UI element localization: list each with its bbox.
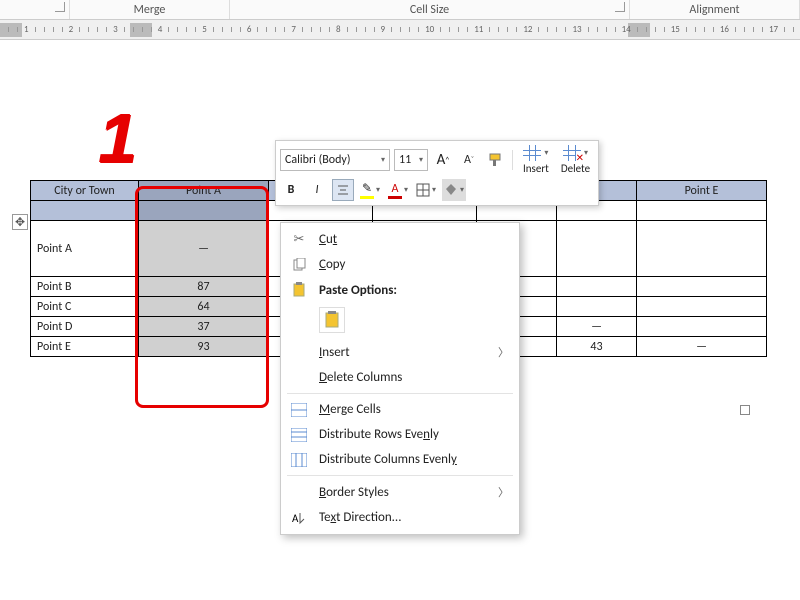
text-direction-icon: A	[289, 511, 309, 525]
menu-item-border-styles[interactable]: Border Styles 〉	[281, 479, 519, 505]
merge-cells-icon	[289, 403, 309, 417]
table-cell[interactable]: —	[637, 337, 767, 357]
table-cell[interactable]	[557, 221, 637, 277]
font-color-button[interactable]: A▾	[386, 179, 410, 201]
table-cell[interactable]: 87	[139, 277, 269, 297]
ribbon-group-label: Cell Size	[410, 3, 449, 17]
submenu-arrow-icon: 〉	[498, 484, 509, 500]
menu-separator	[287, 393, 513, 394]
table-cell[interactable]	[637, 277, 767, 297]
menu-item-insert[interactable]: Insert 〉	[281, 339, 519, 365]
table-cell[interactable]: —	[557, 317, 637, 337]
table-header-cell[interactable]: City or Town	[31, 181, 139, 201]
table-cell[interactable]: —	[139, 221, 269, 277]
table-cell[interactable]	[637, 317, 767, 337]
chevron-down-icon: ▾	[381, 155, 385, 165]
chevron-down-icon: ▾	[544, 148, 548, 158]
menu-item-delete-columns[interactable]: Delete Columns	[281, 365, 519, 390]
highlight-color-button[interactable]: ✎▾	[358, 179, 382, 201]
menu-item-copy[interactable]: Copy	[281, 252, 519, 277]
dialog-launcher-icon[interactable]	[55, 2, 65, 12]
horizontal-ruler[interactable]: 123456789101112131415161718	[0, 20, 800, 40]
table-header-cell[interactable]: Point E	[637, 181, 767, 201]
italic-button[interactable]: I	[306, 179, 328, 201]
ribbon-group-alignment: Alignment	[630, 0, 800, 19]
row-label-cell[interactable]: Point B	[31, 277, 139, 297]
table-delete-button[interactable]: ✕▾ Delete	[557, 145, 594, 175]
paste-option-button[interactable]	[319, 307, 345, 333]
shrink-font-button[interactable]: Aˇ	[458, 149, 480, 171]
menu-item-cut[interactable]: ✂ Cut	[281, 227, 519, 252]
bold-button[interactable]: B	[280, 179, 302, 201]
row-label-cell[interactable]: Point D	[31, 317, 139, 337]
menu-item-distribute-rows[interactable]: Distribute Rows Evenly	[281, 422, 519, 447]
borders-button[interactable]: ▾	[414, 179, 438, 201]
table-cell[interactable]: 93	[139, 337, 269, 357]
annotation-marker-1: 1	[98, 98, 137, 178]
table-cell[interactable]	[557, 297, 637, 317]
table-move-handle-icon[interactable]: ✥	[12, 214, 28, 230]
table-cell[interactable]: 43	[557, 337, 637, 357]
paste-icon	[289, 282, 309, 298]
format-painter-button[interactable]	[484, 149, 506, 171]
ribbon-group-label: Alignment	[689, 3, 739, 17]
chevron-down-icon: ▾	[584, 148, 588, 158]
menu-item-text-direction[interactable]: A Text Direction...	[281, 505, 519, 530]
ribbon-group-label: Merge	[134, 3, 166, 17]
chevron-down-icon: ▾	[404, 185, 408, 195]
row-label-cell[interactable]: Point A	[31, 221, 139, 277]
menu-separator	[287, 475, 513, 476]
font-size-dropdown[interactable]: 11▾	[394, 149, 428, 171]
cut-icon: ✂	[289, 232, 309, 247]
table-cell[interactable]	[637, 297, 767, 317]
chevron-down-icon: ▾	[432, 185, 436, 195]
svg-text:A: A	[292, 512, 299, 525]
table-insert-button[interactable]: ▾ Insert	[519, 145, 553, 175]
ribbon-group-labels: Merge Cell Size Alignment	[0, 0, 800, 20]
grow-font-button[interactable]: A^	[432, 149, 454, 171]
row-label-cell[interactable]: Point E	[31, 337, 139, 357]
ribbon-group-cellsize: Cell Size	[230, 0, 630, 19]
context-menu: ✂ Cut Copy Paste Options: Insert 〉 Delet…	[280, 222, 520, 535]
chevron-down-icon: ▾	[376, 185, 380, 195]
table-cell[interactable]: 37	[139, 317, 269, 337]
table-cell[interactable]: 64	[139, 297, 269, 317]
table-resize-handle-icon[interactable]	[740, 405, 750, 415]
menu-heading-paste-options: Paste Options:	[281, 277, 519, 303]
ribbon-group-merge: Merge	[70, 0, 230, 19]
table-header-cell[interactable]: Point A	[139, 181, 269, 201]
mini-toolbar: Calibri (Body)▾ 11▾ A^ Aˇ ▾ Insert ✕▾ De…	[275, 140, 599, 206]
distribute-columns-icon	[289, 453, 309, 467]
copy-icon	[289, 258, 309, 272]
menu-item-merge-cells[interactable]: Merge Cells	[281, 397, 519, 422]
row-label-cell[interactable]: Point C	[31, 297, 139, 317]
chevron-down-icon: ▾	[419, 155, 423, 165]
dialog-launcher-icon[interactable]	[615, 2, 625, 12]
chevron-down-icon: ▾	[460, 185, 464, 195]
shading-button[interactable]: ▾	[442, 179, 466, 201]
table-cell[interactable]	[637, 221, 767, 277]
font-family-dropdown[interactable]: Calibri (Body)▾	[280, 149, 390, 171]
align-center-button[interactable]	[332, 179, 354, 201]
submenu-arrow-icon: 〉	[498, 344, 509, 360]
distribute-rows-icon	[289, 428, 309, 442]
menu-item-distribute-columns[interactable]: Distribute Columns Evenly	[281, 447, 519, 472]
table-cell[interactable]	[557, 277, 637, 297]
